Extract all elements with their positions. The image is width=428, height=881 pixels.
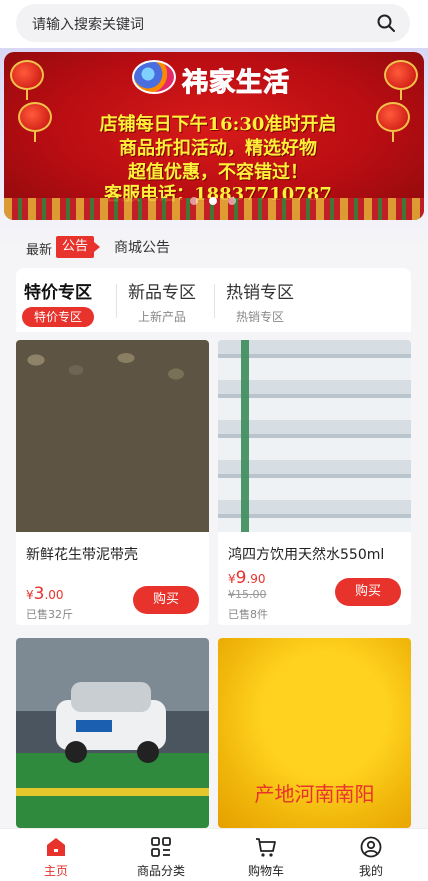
tab-divider	[214, 284, 215, 318]
product-card[interactable]: 产地河南南阳	[218, 638, 411, 828]
banner-line-1: 店铺每日下午16:30准时开启	[99, 114, 337, 135]
search-placeholder: 请输入搜索关键词	[32, 17, 144, 33]
tab-title: 新品专区	[128, 283, 196, 303]
tab-new[interactable]: 新品专区 上新产品	[128, 278, 196, 327]
price-symbol: ¥	[26, 588, 34, 602]
tab-hot[interactable]: 热销专区 热销专区	[226, 278, 294, 327]
price-symbol: ¥	[228, 572, 236, 586]
product-sold: 已售32斤	[26, 608, 73, 621]
logo-mark-icon	[132, 60, 176, 94]
car-drawing	[16, 682, 209, 796]
buy-button[interactable]: 购买	[133, 586, 199, 614]
search-bar: 请输入搜索关键词	[0, 0, 428, 48]
tab-subtitle: 热销专区	[235, 310, 284, 324]
product-card[interactable]: 新鲜花生带泥带壳 ¥3.00 已售32斤 购买	[16, 340, 209, 625]
nav-label: 商品分类	[136, 864, 185, 878]
product-image[interactable]: 产地河南南阳	[218, 638, 411, 828]
image-caption: 产地河南南阳	[254, 782, 375, 806]
lantern-icon	[10, 60, 44, 100]
section-tabs: 特价专区 特价专区 新品专区 上新产品 热销专区 热销专区	[16, 268, 411, 332]
tab-subtitle: 特价专区	[22, 307, 95, 327]
carousel-dot-active[interactable]	[209, 197, 217, 205]
banner-line-2: 商品折扣活动，精选好物	[119, 138, 317, 159]
promo-banner[interactable]: 祎家生活 店铺每日下午16:30准时开启 商品折扣活动，精选好物 超值优惠，不容…	[4, 52, 424, 220]
bottom-nav: 主页 商品分类 购物车 我的	[0, 828, 428, 881]
nav-label: 主页	[43, 864, 68, 878]
peanuts-image	[16, 340, 209, 532]
nav-profile[interactable]: 我的	[331, 835, 411, 879]
nav-label: 我的	[358, 864, 383, 878]
product-image[interactable]	[218, 340, 411, 532]
water-bottles-image	[218, 340, 411, 532]
logo-text: 祎家生活	[181, 68, 291, 99]
nav-cart[interactable]: 购物车	[226, 835, 306, 879]
search-icon[interactable]	[376, 13, 396, 33]
notice-label: 最新	[26, 243, 53, 258]
tab-divider	[116, 284, 117, 318]
product-name: 鸿四方饮用天然水550ml	[228, 547, 385, 563]
notice-text[interactable]: 商城公告	[114, 237, 170, 257]
notice-tag: 公告	[56, 236, 101, 258]
tab-title: 特价专区	[24, 283, 92, 303]
price-integer: 9	[235, 568, 247, 588]
price-decimal: .90	[246, 572, 266, 586]
lantern-icon	[384, 60, 418, 100]
price-integer: 3	[33, 584, 45, 604]
price-decimal: .00	[44, 588, 64, 602]
product-price: ¥3.00	[26, 584, 64, 604]
buy-button[interactable]: 购买	[335, 578, 401, 606]
category-icon	[151, 837, 171, 857]
tab-title: 热销专区	[226, 283, 294, 303]
nav-home[interactable]: 主页	[16, 835, 96, 879]
profile-icon	[360, 836, 382, 858]
product-sold: 已售8件	[228, 608, 268, 621]
home-icon	[47, 838, 65, 856]
search-input[interactable]: 请输入搜索关键词	[16, 4, 410, 42]
cart-icon	[256, 838, 276, 857]
brand-logo: 祎家生活	[132, 58, 302, 99]
nav-category[interactable]: 商品分类	[121, 835, 201, 879]
car-image	[16, 638, 209, 828]
carousel-dots	[190, 197, 240, 207]
product-image[interactable]	[16, 638, 209, 828]
tab-subtitle: 上新产品	[137, 310, 186, 324]
product-price: ¥9.90	[228, 568, 266, 588]
product-name: 新鲜花生带泥带壳	[26, 547, 138, 563]
product-original-price: ¥15.00	[228, 588, 267, 601]
tab-special[interactable]: 特价专区 特价专区	[22, 278, 95, 327]
nav-label: 购物车	[247, 864, 284, 878]
carousel-dot[interactable]	[190, 197, 198, 205]
notice-bar[interactable]: 最新 公告 商城公告	[26, 234, 406, 260]
carousel-dot[interactable]	[228, 197, 236, 205]
product-card[interactable]	[16, 638, 209, 828]
product-image[interactable]	[16, 340, 209, 532]
product-card[interactable]: 鸿四方饮用天然水550ml ¥9.90 ¥15.00 已售8件 购买	[218, 340, 411, 625]
